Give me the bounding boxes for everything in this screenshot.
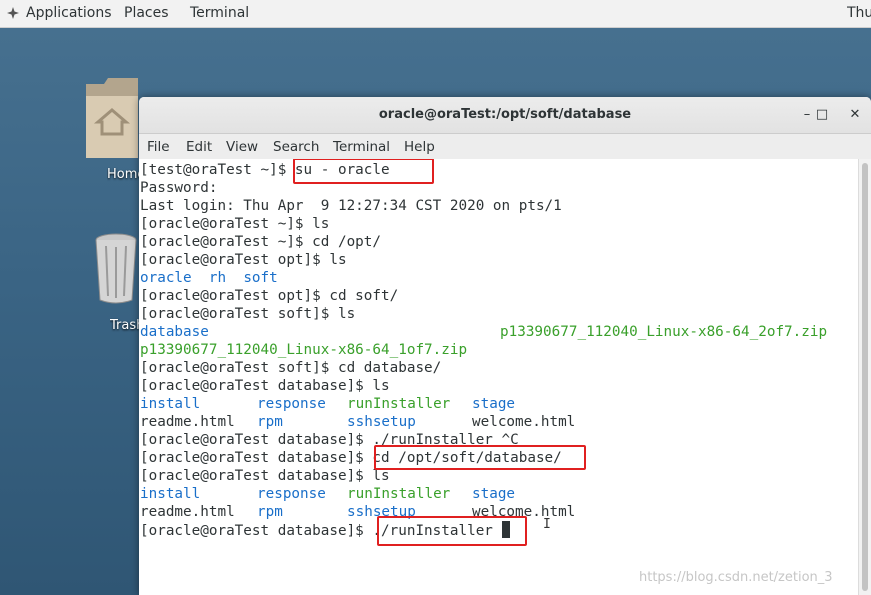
terminal-line: [oracle@oraTest opt]$ ls — [140, 252, 347, 268]
menu-help[interactable]: Help — [404, 139, 435, 155]
dir-entry: sshsetup — [347, 414, 416, 430]
menu-view[interactable]: View — [226, 139, 258, 155]
text-ibeam-pointer-icon: I — [543, 517, 551, 532]
dir-entry: stage — [472, 486, 516, 502]
menu-terminal[interactable]: Terminal — [333, 139, 390, 155]
terminal-app-menu[interactable]: Terminal — [190, 5, 249, 21]
terminal-scrollbar[interactable] — [858, 159, 871, 595]
menu-file[interactable]: File — [147, 139, 170, 155]
terminal-line: [oracle@oraTest database]$ ls — [140, 468, 390, 484]
terminal-line: oracle rh soft — [140, 269, 278, 287]
home-folder-icon[interactable] — [82, 74, 142, 160]
applications-icon — [7, 7, 19, 19]
terminal-line: [oracle@oraTest ~]$ cd /opt/ — [140, 234, 382, 250]
file-entry: readme.html — [140, 504, 235, 520]
menu-search[interactable]: Search — [273, 139, 319, 155]
dir-entry: rh — [208, 270, 227, 286]
dir-entry: install — [140, 486, 201, 502]
zip-entry: p13390677_112040_Linux-x86-64_1of7.zip — [140, 342, 468, 358]
applications-menu[interactable]: Applications — [26, 5, 112, 21]
trash-icon-label: Trash — [110, 318, 140, 333]
menu-edit[interactable]: Edit — [186, 139, 212, 155]
terminal-output[interactable]: [test@oraTest ~]$ su - oracle Password: … — [139, 159, 859, 595]
file-entry: welcome.html — [472, 414, 576, 430]
places-menu[interactable]: Places — [124, 5, 169, 21]
highlight-cd-database — [374, 445, 586, 470]
file-entry: readme.html — [140, 414, 235, 430]
dir-entry: install — [140, 396, 201, 412]
zip-entry: p13390677_112040_Linux-x86-64_2of7.zip — [500, 324, 828, 340]
home-icon-label: Home — [107, 167, 141, 182]
scrollbar-thumb[interactable] — [862, 163, 868, 591]
trash-icon[interactable] — [92, 232, 140, 306]
dir-entry: rpm — [257, 504, 283, 520]
terminal-line: [oracle@oraTest soft]$ ls — [140, 306, 356, 322]
dir-entry: oracle — [140, 270, 192, 286]
dir-entry: soft — [243, 270, 278, 286]
terminal-window: oracle@oraTest:/opt/soft/database – □ ✕ … — [139, 97, 871, 595]
clock[interactable]: Thu — [847, 5, 871, 21]
dir-entry: stage — [472, 396, 516, 412]
terminal-line: database — [140, 323, 209, 341]
dir-entry: response — [257, 396, 326, 412]
exec-entry: runInstaller — [347, 396, 451, 412]
menubar: File Edit View Search Terminal Help — [139, 134, 871, 159]
dir-entry: database — [140, 324, 209, 340]
terminal-line: Last login: Thu Apr 9 12:27:34 CST 2020 … — [140, 198, 562, 214]
terminal-line: Password: — [140, 180, 218, 196]
window-title: oracle@oraTest:/opt/soft/database — [378, 107, 632, 122]
exec-entry: runInstaller — [347, 486, 451, 502]
dir-entry: response — [257, 486, 326, 502]
terminal-line: [oracle@oraTest soft]$ cd database/ — [140, 360, 442, 376]
terminal-line: [oracle@oraTest opt]$ cd soft/ — [140, 288, 399, 304]
top-panel: Applications Places Terminal Thu — [0, 0, 871, 28]
close-button[interactable]: ✕ — [845, 105, 865, 125]
terminal-line: [oracle@oraTest ~]$ ls — [140, 216, 330, 232]
highlight-su-oracle — [293, 159, 434, 184]
dir-entry: rpm — [257, 414, 283, 430]
watermark: https://blog.csdn.net/zetion_3 — [639, 570, 833, 585]
window-titlebar[interactable]: oracle@oraTest:/opt/soft/database – □ ✕ — [139, 97, 871, 134]
highlight-run-installer — [377, 516, 527, 546]
maximize-button[interactable]: □ — [812, 105, 832, 125]
terminal-line: [oracle@oraTest database]$ ls — [140, 378, 390, 394]
